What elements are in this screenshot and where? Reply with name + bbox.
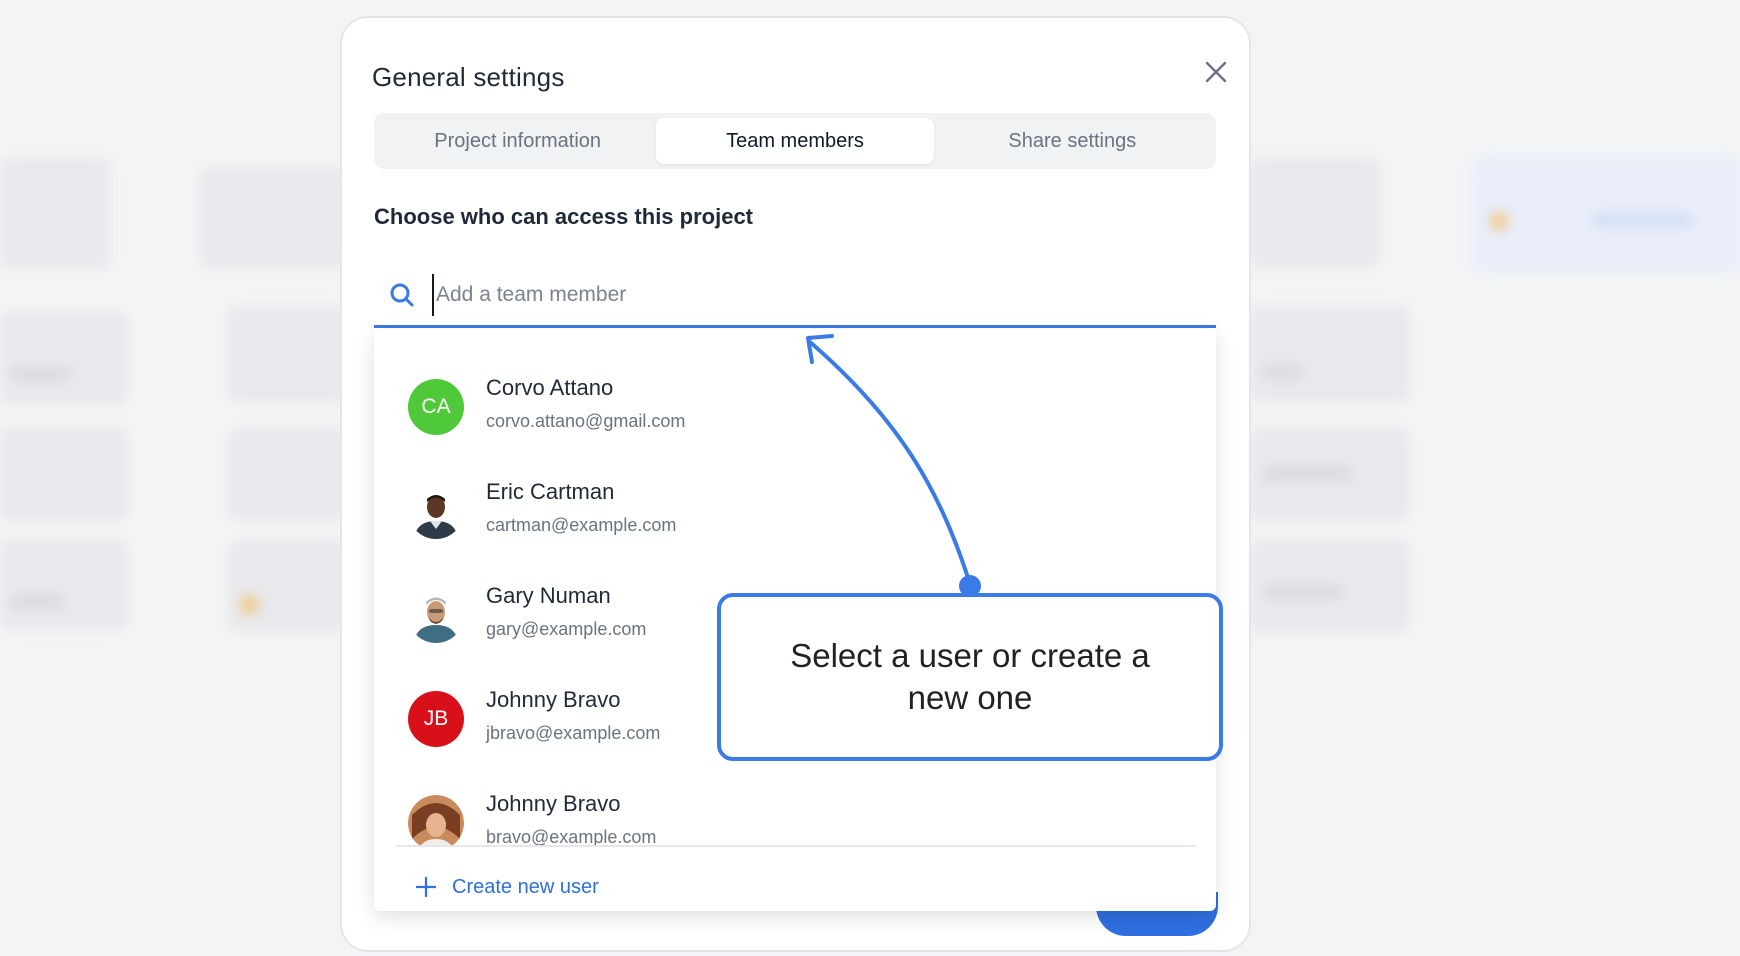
close-icon <box>1205 61 1227 83</box>
search-field <box>374 266 1216 328</box>
tab-bar: Project information Team members Share s… <box>374 113 1216 169</box>
section-title: Choose who can access this project <box>374 204 754 229</box>
create-new-user-button[interactable]: Create new user <box>416 867 599 907</box>
avatar <box>408 795 464 845</box>
user-email: bravo@example.com <box>486 827 657 845</box>
user-name: Johnny Bravo <box>486 687 621 712</box>
plus-icon <box>416 877 436 897</box>
search-icon <box>390 283 414 307</box>
user-name: Johnny Bravo <box>486 791 621 816</box>
tab-team-members[interactable]: Team members <box>656 118 934 164</box>
create-new-user-label: Create new user <box>452 875 599 898</box>
modal-title: General settings <box>372 62 565 92</box>
user-option[interactable]: CA Corvo Attano corvo.attano@gmail.com <box>374 375 1216 475</box>
user-name: Eric Cartman <box>486 479 615 504</box>
avatar <box>408 483 464 539</box>
user-name: Corvo Attano <box>486 375 614 400</box>
add-team-member-input[interactable] <box>432 274 1192 316</box>
tab-project-information[interactable]: Project information <box>379 118 656 164</box>
user-name: Gary Numan <box>486 583 611 608</box>
tab-share-settings[interactable]: Share settings <box>934 118 1211 164</box>
annotation-callout: Select a user or create a new one <box>717 593 1223 761</box>
close-button[interactable] <box>1194 50 1238 94</box>
user-email: jbravo@example.com <box>486 723 661 743</box>
user-email: cartman@example.com <box>486 515 677 535</box>
user-option[interactable]: Johnny Bravo bravo@example.com <box>374 791 1216 845</box>
avatar: JB <box>408 691 464 747</box>
general-settings-modal: General settings Project information Tea… <box>340 16 1251 952</box>
divider <box>396 845 1196 847</box>
user-email: gary@example.com <box>486 619 647 639</box>
user-option[interactable]: Eric Cartman cartman@example.com <box>374 479 1216 579</box>
user-email: corvo.attano@gmail.com <box>486 411 686 431</box>
avatar: CA <box>408 379 464 435</box>
avatar <box>408 587 464 643</box>
